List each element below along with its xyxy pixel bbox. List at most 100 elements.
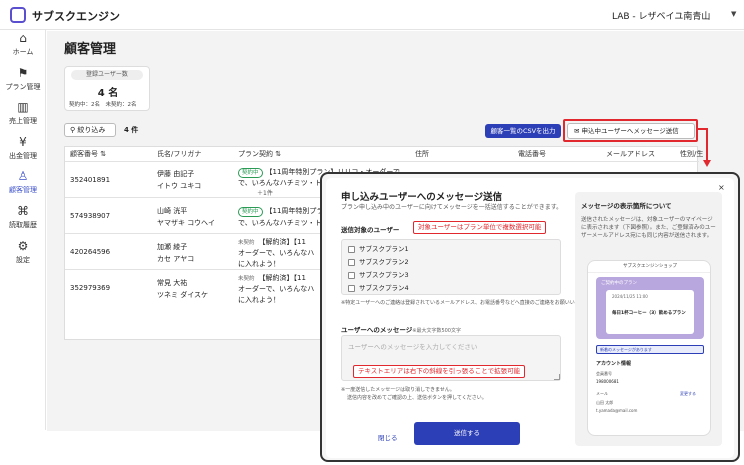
modal-title: 申し込みユーザーへのメッセージ送信 [341,192,503,203]
sidebar-item-customers[interactable]: ♙ 顧客管理 [0,170,46,195]
preview-panel: メッセージの表示箇所について 送信されたメッセージは、対象ユーザーのマイページに… [575,192,722,446]
plan-name: 【解約済】【11 [258,274,306,282]
preview-description: 送信されたメッセージは、対象ユーザーのマイページに表示されます（下図参照）。また… [581,217,716,239]
status-badge: 契約中 [238,168,263,178]
max-length-hint: ※最大文字数500文字 [412,328,461,334]
filter-icon: ⚲ [70,126,76,134]
home-icon: ⌂ [19,31,27,45]
phone-user-email: t.yamada@mail.com [596,408,638,413]
checkbox-icon [348,271,355,279]
column-header: 電話番号 [518,150,546,158]
sidebar: ⌂ ホーム ⚑ プラン管理 ▥ 売上管理 ¥ 出金管理 ♙ 顧客管理 ⌘ 読取履歴 ⚙ 設定 [0,30,46,430]
count-breakdown: 契約中：2名 未契約：2名 [69,102,137,108]
plan-name: 【解約済】【11 [258,238,306,246]
gear-icon: ⚙ [17,239,29,253]
page-title: 顧客管理 [64,42,117,57]
sidebar-item-plans[interactable]: ⚑ プラン管理 [0,67,46,92]
checkbox-icon [348,258,355,266]
scan-icon: ⌘ [17,204,29,218]
checkbox-icon [348,245,355,253]
plan-checkbox-1[interactable]: サブスクプラン1 [348,243,409,253]
phone-card-date: 2024/11/25 11:00 [612,294,648,299]
modal-callout-frame: 申し込みユーザーへのメッセージ送信 プラン申し込み中のユーザーに向けてメッセージ… [320,172,740,462]
customer-name: 加瀬 綾子 [157,243,188,251]
result-count: 4 件 [124,126,139,134]
message-label: ユーザーへのメッセージ※最大文字数500文字 [341,326,461,334]
phone-account-title: アカウント情報 [596,361,632,367]
flag-icon: ⚑ [17,66,29,80]
phone-email-label: メール [596,391,608,396]
plan-checkbox-list: サブスクプラン1 サブスクプラン2 サブスクプラン3 サブスクプラン4 [341,239,561,295]
checkbox-icon [348,284,355,292]
customer-name: 常見 大祐 [157,279,188,287]
phone-mockup: サブスクエンジンショップ ご契約中のプラン 2024/11/25 11:00 毎… [587,260,711,436]
customer-id: 420264596 [70,248,111,256]
highlight-box [563,119,698,142]
callout-line [706,128,708,162]
chevron-down-icon[interactable]: ▼ [731,10,736,18]
preview-title: メッセージの表示箇所について [581,202,672,210]
phone-card-label: ご契約中のプラン [601,281,637,286]
status-badge: 未契約 [238,276,255,282]
customer-id: 352979369 [70,284,111,292]
customer-kana: ヤマザキ コウヘイ [157,219,215,227]
annotation-target: 対象ユーザーはプラン単位で複数選択可能 [413,221,547,234]
customer-name: 伊藤 由記子 [157,170,195,178]
sidebar-item-home[interactable]: ⌂ ホーム [0,32,46,57]
user-icon: ♙ [17,169,29,183]
phone-card-inner: 2024/11/25 11:00 毎日1杯コーヒー（3）飲めるプラン [606,290,694,334]
send-warning-note: ※一度送信したメッセージは取り消しできません。 送信内容を改めてご確認の上、送信… [341,387,487,401]
phone-message-banner: 新着のメッセージがあります [596,345,704,354]
plan-detail: オーダーで、いろんなハ [238,249,315,257]
column-header: 性別/生 [680,150,704,158]
phone-change-link: 変更する [680,391,696,396]
sidebar-item-scan-history[interactable]: ⌘ 読取履歴 [0,205,46,230]
filter-button[interactable]: ⚲ 絞り込み [64,123,116,137]
status-badge: 未契約 [238,240,255,246]
close-button[interactable]: 閉じる [378,432,398,442]
plan-checkbox-4[interactable]: サブスクプラン4 [348,282,409,292]
plan-checkbox-2[interactable]: サブスクプラン2 [348,256,409,266]
customer-kana: カセ アヤコ [157,255,195,263]
annotation-textarea: テキストエリアは右下の斜線を引っ張ることで拡張可能 [353,365,526,378]
column-header[interactable]: 顧客番号 ⇅ [70,149,106,159]
sidebar-item-sales[interactable]: ▥ 売上管理 [0,101,46,126]
column-header: メールアドレス [606,150,655,158]
modal-subtitle: プラン申し込み中のユーザーに向けてメッセージを一括送信することができます。 [341,204,563,211]
plan-detail: オーダーで、いろんなハ [238,285,315,293]
customer-id: 574938907 [70,212,111,220]
phone-member-label: 会員番号 [596,371,612,376]
column-header[interactable]: プラン契約 ⇅ [238,149,281,159]
phone-member-number: 198000681 [596,379,619,384]
user-count-card: 登録ユーザー数 4 名 契約中：2名 未契約：2名 [64,66,150,111]
top-bar: サブスクエンジン LAB - レザベイユ南青山 ▼ [0,0,744,30]
plan-detail: で、いろんなハチミツ・ト [238,219,322,227]
column-header: 氏名/フリガナ [157,150,202,158]
phone-plan-card: ご契約中のプラン 2024/11/25 11:00 毎日1杯コーヒー（3）飲める… [596,277,704,339]
more-plans-badge[interactable]: ＋1件 [257,188,273,197]
status-badge: 契約中 [238,207,263,217]
column-header: 住所 [415,150,429,158]
yen-icon: ¥ [19,135,27,149]
app-logo-icon [10,7,26,23]
sidebar-item-withdrawals[interactable]: ¥ 出金管理 [0,136,46,161]
customer-name: 山崎 洸平 [157,207,188,215]
contact-note: ※特定ユーザーへのご連絡は登録されているメールアドレス、お電話番号などへ直接のご… [341,300,600,306]
customer-kana: ツネミ ダイスケ [157,291,209,299]
count-label: 登録ユーザー数 [71,70,143,80]
close-icon[interactable]: × [718,183,725,192]
plan-detail: に入れよう！ [238,296,280,304]
sidebar-item-settings[interactable]: ⚙ 設定 [0,240,46,265]
customer-id: 352401891 [70,176,111,184]
plan-checkbox-3[interactable]: サブスクプラン3 [348,269,409,279]
target-label: 送信対象のユーザー [341,226,400,234]
message-modal: 申し込みユーザーへのメッセージ送信 プラン申し込み中のユーザーに向けてメッセージ… [326,178,734,458]
store-selector[interactable]: LAB - レザベイユ南青山 [612,9,710,22]
phone-app-header: サブスクエンジンショップ [588,261,710,273]
plan-detail: で、いろんなハチミツ・ト [238,179,322,187]
csv-export-button[interactable]: 顧客一覧のCSVを出力 [485,124,561,138]
callout-arrow-icon [703,160,711,167]
plan-detail: に入れよう！ [238,260,280,268]
send-button[interactable]: 送信する [414,422,520,445]
resize-handle-icon[interactable] [554,374,560,380]
